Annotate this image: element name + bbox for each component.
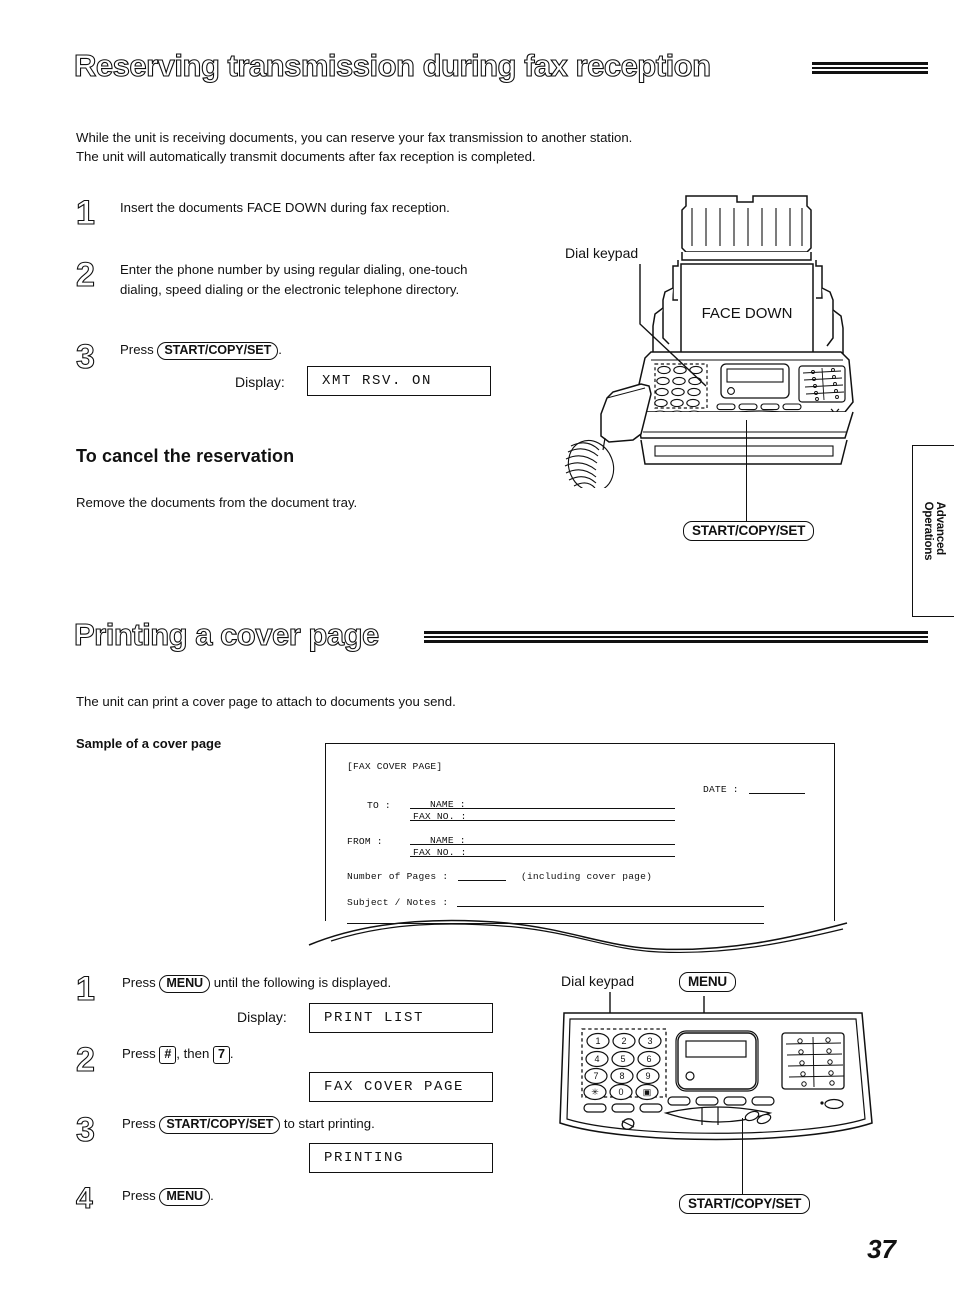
start-copy-set-callout-2: START/COPY/SET xyxy=(679,1194,811,1214)
cover-page-from-label: FROM : xyxy=(347,836,383,847)
step-text: Press MENU until the following is displa… xyxy=(122,973,542,993)
start-copy-set-key[interactable]: START/COPY/SET xyxy=(159,1116,281,1134)
side-tab-line2: Operations xyxy=(921,501,934,561)
dial-keypad-label: Dial keypad xyxy=(561,973,635,989)
lcd-display: PRINT LIST xyxy=(309,1003,493,1033)
svg-text:6: 6 xyxy=(646,1054,651,1064)
step-text-lead: Press xyxy=(122,1116,160,1131)
cancel-reservation-text: Remove the documents from the document t… xyxy=(76,495,358,510)
section1-intro: While the unit is receiving documents, y… xyxy=(76,130,633,164)
cover-page-from-fax-underline xyxy=(410,856,675,858)
page-number: 37 xyxy=(867,1234,896,1264)
step-number: 3 xyxy=(75,338,95,376)
control-panel-diagram: 1 2 3 4 5 6 7 8 9 ✳ 0 ▣ xyxy=(556,1005,876,1155)
fax-machine-diagram: FACE DOWN xyxy=(545,188,945,488)
step-number: 1 xyxy=(75,970,95,1008)
cover-page-date-label: DATE : xyxy=(703,784,739,795)
section1-heading-rule xyxy=(812,62,928,74)
digit-7-key[interactable]: 7 xyxy=(212,1046,230,1064)
svg-text:7: 7 xyxy=(593,1071,598,1081)
svg-text:0: 0 xyxy=(618,1087,623,1097)
cancel-reservation-heading: To cancel the reservation xyxy=(76,446,295,466)
svg-text:1: 1 xyxy=(595,1036,600,1046)
step-text: Press START/COPY/SET. xyxy=(120,340,520,360)
step-number: 1 xyxy=(75,194,95,232)
cover-page-title: [FAX COVER PAGE] xyxy=(347,761,443,772)
step-text: Press MENU. xyxy=(122,1186,422,1206)
menu-key[interactable]: MENU xyxy=(159,975,211,993)
step-number: 2 xyxy=(75,256,95,294)
side-tab-advanced-operations: Advanced Operations xyxy=(912,445,954,617)
step-text-tail: . xyxy=(278,342,282,357)
svg-text:4: 4 xyxy=(594,1054,599,1064)
svg-text:9: 9 xyxy=(645,1071,650,1081)
lcd-display: FAX COVER PAGE xyxy=(309,1072,493,1102)
menu-callout: MENU xyxy=(679,972,736,992)
sample-cover-page-label: Sample of a cover page xyxy=(76,736,222,751)
step-text-tail: . xyxy=(229,1046,234,1061)
step-text-mid: , then xyxy=(176,1046,213,1061)
lcd-display: XMT RSV. ON xyxy=(307,366,491,396)
cover-page-pages-underline xyxy=(458,880,506,882)
start-copy-set-key[interactable]: START/COPY/SET xyxy=(157,342,279,360)
start-copy-set-leader-line-2 xyxy=(742,1118,744,1196)
step-text-lead: Press xyxy=(122,975,160,990)
svg-text:▣: ▣ xyxy=(643,1087,652,1097)
side-tab-line1: Advanced xyxy=(933,501,946,556)
section2-intro: The unit can print a cover page to attac… xyxy=(76,694,456,709)
step-number: 3 xyxy=(75,1111,95,1149)
cover-page-from-name-underline xyxy=(410,844,675,846)
lcd-display: PRINTING xyxy=(309,1143,493,1173)
step-text: Press #, then 7. xyxy=(122,1044,542,1064)
cover-page-sample: [FAX COVER PAGE] DATE : TO : NAME : FAX … xyxy=(308,743,848,954)
step-text-lead: Press xyxy=(122,1188,160,1203)
cover-page-torn-edge xyxy=(308,919,848,954)
svg-text:2: 2 xyxy=(621,1036,626,1046)
step-text: Enter the phone number by using regular … xyxy=(120,262,468,297)
menu-key[interactable]: MENU xyxy=(159,1188,211,1206)
svg-text:✳: ✳ xyxy=(591,1087,599,1097)
svg-text:5: 5 xyxy=(620,1054,625,1064)
step-text-tail: until the following is displayed. xyxy=(210,975,392,990)
section2-heading-rule xyxy=(424,631,928,643)
cover-page-to-fax-underline xyxy=(410,820,675,822)
cover-page-subject-label: Subject / Notes : xyxy=(347,897,449,908)
step-text: Insert the documents FACE DOWN during fa… xyxy=(120,200,450,215)
section1-heading: Reserving transmission during fax recept… xyxy=(73,47,711,83)
cover-page-to-label: TO : xyxy=(367,800,391,811)
step-text-tail: to start printing. xyxy=(280,1116,375,1131)
dial-keypad-leader-line xyxy=(639,264,707,387)
svg-text:8: 8 xyxy=(619,1071,624,1081)
section2-heading: Printing a cover page xyxy=(73,616,379,652)
display-label: Display: xyxy=(237,1009,287,1025)
start-copy-set-callout: START/COPY/SET xyxy=(683,521,815,541)
step-text: Press START/COPY/SET to start printing. xyxy=(122,1114,552,1134)
step-number: 4 xyxy=(75,1182,93,1215)
cover-page-pages-note: (including cover page) xyxy=(521,871,653,882)
step-text-tail: . xyxy=(210,1188,214,1203)
cover-page-to-name-underline xyxy=(410,808,675,810)
svg-text:3: 3 xyxy=(647,1036,652,1046)
step-text-lead: Press xyxy=(120,342,158,357)
cover-page-pages-label: Number of Pages : xyxy=(347,871,449,882)
display-label: Display: xyxy=(235,374,285,390)
hash-key[interactable]: # xyxy=(159,1046,177,1064)
step-text-lead: Press xyxy=(122,1046,160,1061)
step-number: 2 xyxy=(75,1041,95,1079)
start-copy-set-leader-line xyxy=(746,420,748,524)
dial-keypad-label: Dial keypad xyxy=(565,245,639,261)
cover-page-date-line xyxy=(749,793,805,795)
cover-page-subject-underline xyxy=(457,906,764,908)
